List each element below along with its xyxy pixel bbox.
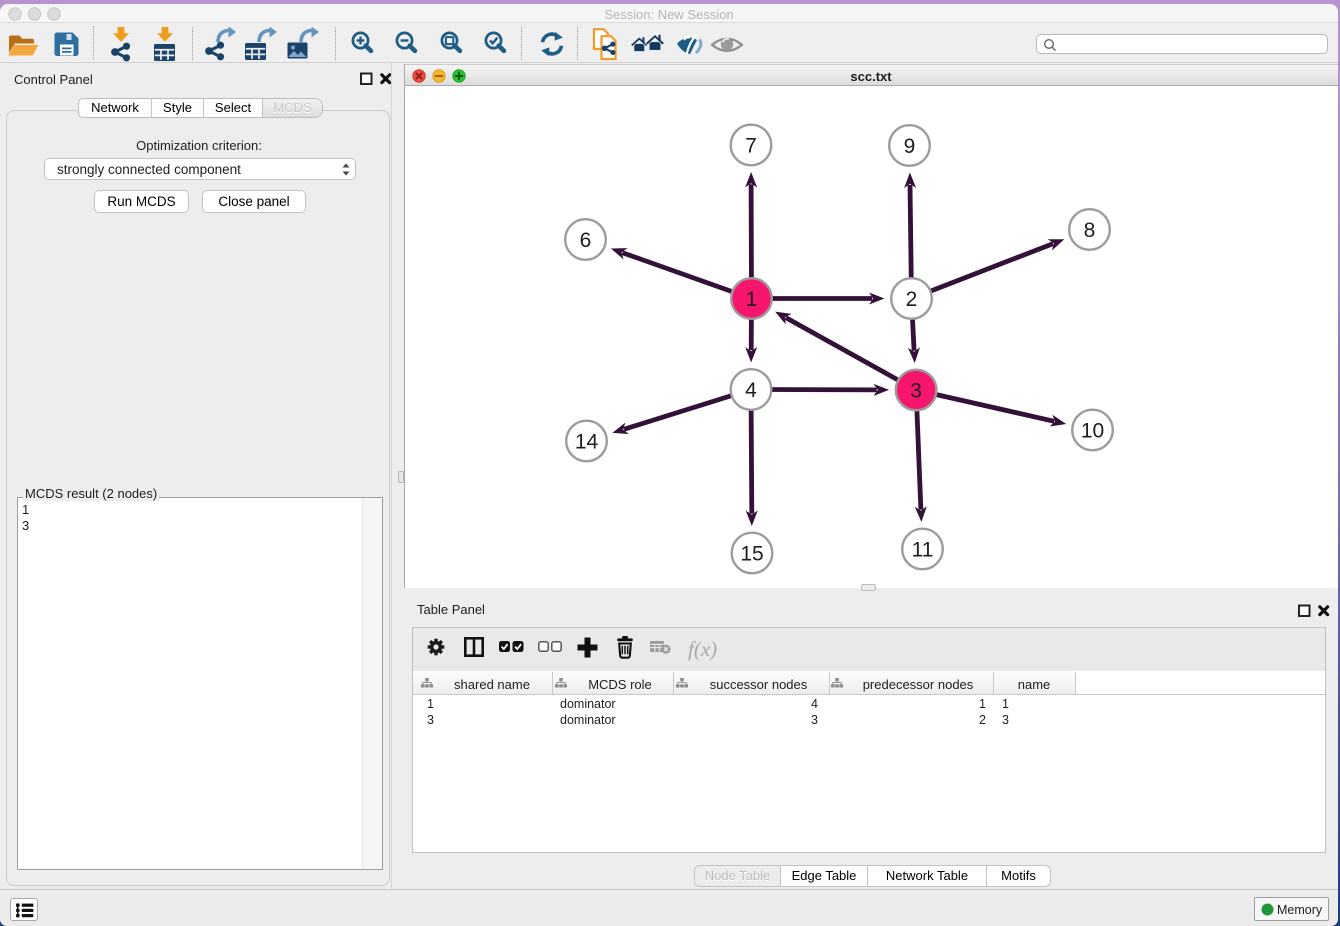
svg-text:3: 3	[910, 379, 922, 402]
svg-text:10: 10	[1080, 419, 1103, 442]
svg-text:2: 2	[905, 287, 917, 310]
svg-text:4: 4	[745, 378, 757, 401]
svg-text:6: 6	[579, 228, 591, 251]
svg-text:9: 9	[903, 134, 915, 157]
svg-text:8: 8	[1083, 218, 1095, 241]
svg-text:1: 1	[745, 287, 757, 310]
svg-text:7: 7	[745, 134, 757, 157]
svg-text:14: 14	[574, 430, 598, 453]
svg-text:15: 15	[740, 542, 763, 565]
svg-text:11: 11	[911, 538, 933, 561]
